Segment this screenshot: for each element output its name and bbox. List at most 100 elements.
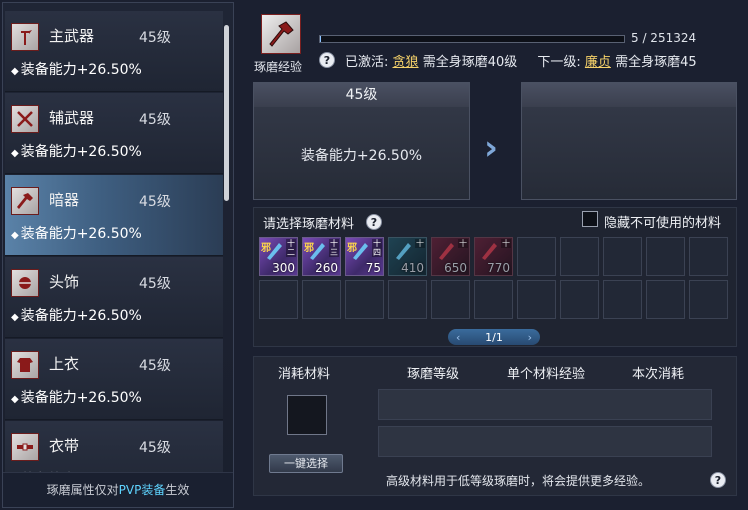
activated-label: 已激活: [345,55,389,70]
sidebar-item[interactable]: 头饰 45级 ◆ 装备能力+26.50% [5,257,223,338]
hide-unusable-checkbox[interactable] [582,211,598,227]
sidebar-item-level: 45级 [139,30,171,46]
sidebar-item-bonus-text: 装备能力+26.50% [20,308,142,324]
main-weapon-icon [11,23,39,51]
material-grade: 十 [501,239,511,248]
material-item[interactable]: 十 650 [431,237,470,276]
sidebar-scrollbar[interactable] [224,25,229,201]
activated-requirement: 需全身琢磨40级 [422,55,518,70]
material-slot[interactable] [517,237,556,276]
sidebar-item-bonus-text: 装备能力+26.50% [20,144,142,160]
sidebar-item-level: 45级 [139,440,171,456]
hidden-weapon-icon [261,14,301,54]
sidebar-item-name: 衣带 [49,437,80,455]
material-slot[interactable] [646,280,685,319]
sidebar-item-name: 头饰 [49,273,80,291]
top-armor-icon [11,351,39,379]
material-grade: 十二 [286,239,296,257]
next-level-header [522,83,736,107]
diamond-icon: ◆ [11,66,19,77]
hide-unusable-label: 隐藏不可使用的材料 [604,216,722,231]
sidebar-footer-note: 琢磨属性仅对PVP装备生效 [3,472,233,507]
material-slot[interactable] [302,280,341,319]
material-grade: 十 [415,239,425,248]
consume-row [378,426,712,457]
footer-prefix: 琢磨属性仅对 [46,483,119,497]
material-slot[interactable] [259,280,298,319]
material-tag: 邪 [347,243,357,254]
current-bonus: 装备能力+26.50% [300,148,423,164]
material-slot[interactable] [689,237,728,276]
material-tag: 邪 [304,243,314,254]
sidebar-item-bonus: ◆装备能力+26.50% [11,59,142,79]
next-level-name-link[interactable]: 廉贞 [585,55,611,70]
sidebar-item-level: 45级 [139,112,171,128]
sidebar-item-name: 主武器 [49,27,95,45]
sidebar-item-level: 45级 [139,358,171,374]
material-grade: 十 [458,239,468,248]
chevron-right-icon: › [484,128,499,168]
sidebar-item-bonus-text: 装备能力+26.50% [20,62,142,78]
material-slot[interactable] [388,280,427,319]
col-single-exp: 单个材料经验 [507,367,586,382]
sub-weapon-icon [11,105,39,133]
material-title: 请选择琢磨材料 [263,217,355,232]
consume-material-slot[interactable] [287,395,327,435]
material-slot[interactable] [560,237,599,276]
help-icon[interactable]: ? [710,472,726,488]
consume-row [378,389,712,420]
material-slot[interactable] [689,280,728,319]
material-item[interactable]: 十 410 [388,237,427,276]
material-slot[interactable] [560,280,599,319]
current-level-panel: 45级 装备能力+26.50% [253,82,470,200]
chevron-left-icon[interactable]: ‹ [456,331,460,344]
material-slot[interactable] [517,280,556,319]
sidebar-item-bonus-text: 装备能力+26.50% [20,226,142,242]
footer-pvp-text: PVP装备 [118,483,166,497]
sidebar-item-bonus: ◆装备能力+26.50% [11,141,142,161]
next-level-requirement: 需全身琢磨45 [615,55,697,70]
help-icon[interactable]: ? [319,52,335,68]
one-click-select-button[interactable]: 一键选择 [269,454,343,473]
current-level-header: 45级 [254,83,469,107]
material-slot[interactable] [646,237,685,276]
material-item[interactable]: 邪 十四 75 [345,237,384,276]
material-item[interactable]: 邪 十二 300 [259,237,298,276]
sidebar-item-name: 辅武器 [49,109,95,127]
sidebar-item-name: 暗器 [49,191,80,209]
col-polish-level: 琢磨等级 [407,367,460,382]
material-slot[interactable] [431,280,470,319]
sidebar-item[interactable]: 辅武器 45级 ◆ 装备能力+26.50% [5,93,223,174]
sidebar-item-name: 上衣 [49,355,80,373]
activated-name-link[interactable]: 贪狼 [393,55,419,70]
material-slot[interactable] [345,280,384,319]
diamond-icon: ◆ [11,394,19,405]
diamond-icon: ◆ [11,312,19,323]
diamond-icon: ◆ [11,148,19,159]
sidebar-item-level: 45级 [139,276,171,292]
next-level-label: 下一级: [537,55,581,70]
headwear-icon [11,269,39,297]
material-tag: 邪 [261,243,271,254]
hidden-weapon-icon [11,187,39,215]
footer-suffix: 生效 [165,483,190,497]
chevron-right-icon[interactable]: › [528,331,532,344]
help-icon[interactable]: ? [366,214,382,230]
material-item[interactable]: 邪 十三 260 [302,237,341,276]
sidebar-item[interactable]: 主武器 45级 ◆ 装备能力+26.50% [5,11,223,92]
material-slot[interactable] [474,280,513,319]
material-count: 260 [315,261,338,275]
next-level-panel [521,82,737,200]
polish-stone-icon [482,243,497,260]
material-item[interactable]: 十 770 [474,237,513,276]
material-count: 650 [444,261,467,275]
exp-value: 5 / 251324 [631,31,697,45]
material-slot[interactable] [603,280,642,319]
sidebar-item[interactable]: 暗器 45级 ◆ 装备能力+26.50% [5,175,223,256]
sidebar-item-bonus-text: 装备能力+26.50% [20,390,142,406]
sidebar-item[interactable]: 上衣 45级 ◆ 装备能力+26.50% [5,339,223,420]
polish-stone-icon [439,243,454,260]
equipment-sidebar: 主武器 45级 ◆ 装备能力+26.50% 辅武器 45级 ◆ 装备能力+26.50% 暗器 45… [2,2,234,508]
material-slot[interactable] [603,237,642,276]
exp-progress-fill [320,36,322,42]
